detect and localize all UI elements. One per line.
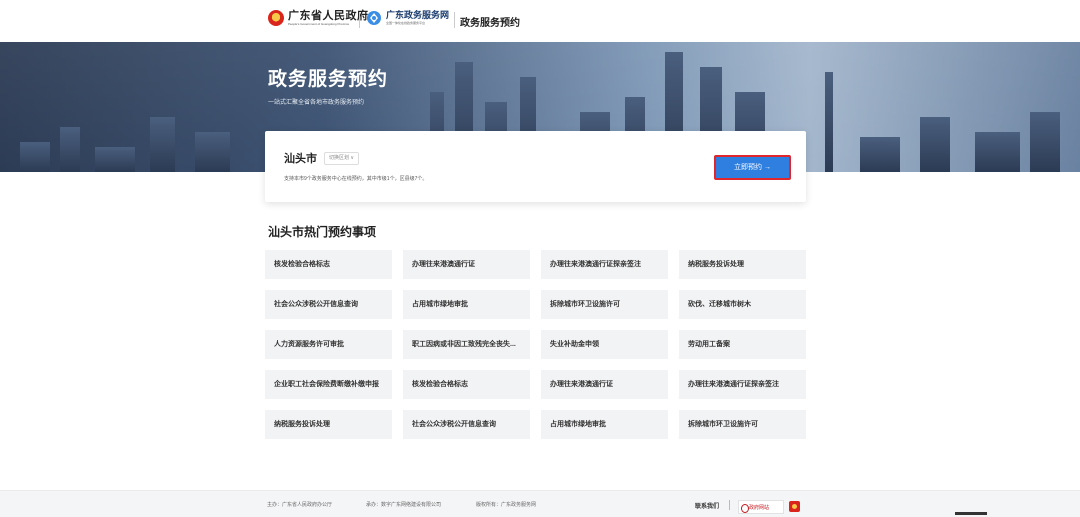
- city-card: 汕头市 切换区划 ∨ 支持本市9个政务服务中心在线预约，其中市级1个，区县级7个…: [265, 131, 806, 202]
- footer-sponsor: 主办：广东省人民政府办公厅: [267, 502, 333, 508]
- building: [920, 117, 950, 172]
- hot-item[interactable]: 社会公众涉税公开信息查询: [265, 290, 392, 319]
- footer-copyright: 版权所有：广东政务服务网: [476, 502, 537, 508]
- hot-item[interactable]: 纳税服务投诉处理: [679, 250, 806, 279]
- hot-item[interactable]: 人力资源服务许可审批: [265, 330, 392, 359]
- hot-items-grid: 核发检验合格标志 办理往来港澳通行证 办理往来港澳通行证探亲签注 纳税服务投诉处…: [265, 250, 807, 439]
- hot-item[interactable]: 失业补助金申领: [541, 330, 668, 359]
- footer-divider: [729, 500, 730, 510]
- hot-item[interactable]: 砍伐、迁移城市树木: [679, 290, 806, 319]
- building: [1030, 112, 1060, 172]
- national-emblem-icon: [789, 501, 800, 512]
- hot-item[interactable]: 办理往来港澳通行证: [541, 370, 668, 399]
- book-now-button[interactable]: 立即预约 →: [714, 155, 791, 180]
- footer-builder: 承办：数字广东网络建设有限公司: [366, 502, 442, 508]
- city-name: 汕头市: [284, 153, 317, 165]
- national-emblem-icon: [268, 10, 284, 26]
- gov-site-badge[interactable]: 政府网站: [738, 500, 784, 514]
- hot-item[interactable]: 核发检验合格标志: [403, 370, 530, 399]
- tower: [825, 72, 833, 172]
- building: [860, 137, 900, 172]
- hot-items-title: 汕头市热门预约事项: [268, 225, 377, 239]
- portal-logo[interactable]: 广东政务服务网 全国一体化在线政务服务平台: [366, 10, 449, 26]
- hot-item[interactable]: 办理往来港澳通行证: [403, 250, 530, 279]
- hot-item[interactable]: 社会公众涉税公开信息查询: [403, 410, 530, 439]
- hot-item[interactable]: 办理往来港澳通行证探亲签注: [679, 370, 806, 399]
- hot-item[interactable]: 纳税服务投诉处理: [265, 410, 392, 439]
- portal-name: 广东政务服务网: [386, 10, 450, 20]
- building: [195, 132, 230, 172]
- contact-us-link[interactable]: 联系我们: [695, 501, 719, 510]
- hot-item[interactable]: 劳动用工备案: [679, 330, 806, 359]
- gov-name-en: People's Government of Guangdong Provinc…: [288, 22, 350, 26]
- building: [150, 117, 175, 172]
- header-divider: [454, 12, 455, 28]
- building: [20, 142, 50, 172]
- banner-title: 政务服务预约: [268, 69, 389, 90]
- building: [60, 127, 80, 172]
- horizontal-scrollbar[interactable]: [955, 512, 987, 515]
- hot-item[interactable]: 占用城市绿地审批: [541, 410, 668, 439]
- hot-item[interactable]: 办理往来港澳通行证探亲签注: [541, 250, 668, 279]
- building: [95, 147, 135, 172]
- portal-subtitle: 全国一体化在线政务服务平台: [386, 21, 426, 25]
- site-name[interactable]: 政务服务预约: [460, 14, 520, 29]
- hot-item[interactable]: 拆除城市环卫设施许可: [679, 410, 806, 439]
- hot-item[interactable]: 占用城市绿地审批: [403, 290, 530, 319]
- top-header: 广东省人民政府 People's Government of Guangdong…: [0, 0, 1080, 43]
- switch-region-dropdown[interactable]: 切换区划 ∨: [324, 152, 360, 165]
- hot-item[interactable]: 拆除城市环卫设施许可: [541, 290, 668, 319]
- header-divider: [359, 12, 360, 28]
- hot-item[interactable]: 核发检验合格标志: [265, 250, 392, 279]
- banner-subtitle: 一站式汇聚全省各地市政务服务预约: [268, 100, 365, 106]
- city-description: 支持本市9个政务服务中心在线预约，其中市级1个，区县级7个。: [284, 176, 428, 182]
- gov-name: 广东省人民政府: [288, 10, 369, 22]
- page-footer: 主办：广东省人民政府办公厅 承办：数字广东网络建设有限公司 版权所有：广东政务服…: [0, 490, 1080, 517]
- building: [975, 132, 1020, 172]
- hot-item[interactable]: 职工因病或非因工致残完全丧失...: [403, 330, 530, 359]
- gov-logo[interactable]: 广东省人民政府 People's Government of Guangdong…: [268, 10, 369, 26]
- portal-logo-icon: [367, 11, 381, 25]
- hot-item[interactable]: 企业职工社会保险费断缴补缴申报: [265, 370, 392, 399]
